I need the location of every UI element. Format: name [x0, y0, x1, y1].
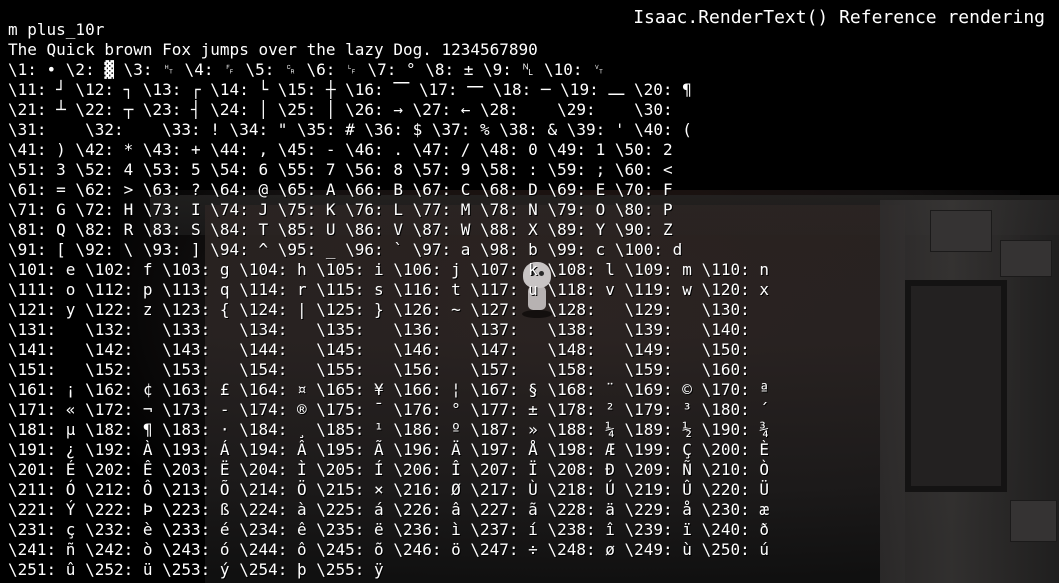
- glyph-line: \11: ┘ \12: ┐ \13: ┌ \14: └ \15: ┼ \16: …: [8, 80, 692, 99]
- glyph-line: \231: ç \232: è \233: é \234: ê \235: ë …: [8, 520, 769, 539]
- room-door: [905, 280, 1007, 492]
- wall-stone: [1000, 240, 1052, 277]
- glyph-line: \81: Q \82: R \83: S \84: T \85: U \86: …: [8, 220, 673, 239]
- glyph-line: \121: y \122: z \123: { \124: | \125: } …: [8, 300, 750, 319]
- wall-stone: [930, 210, 992, 252]
- game-viewport: Isaac.RenderText() Reference rendering m…: [0, 0, 1059, 583]
- glyph-line: \31: \32: \33: ! \34: " \35: # \36: $ \3…: [8, 120, 692, 139]
- glyph-table: m plus_10r The Quick brown Fox jumps ove…: [8, 20, 769, 580]
- font-name-line: m plus_10r: [8, 20, 105, 39]
- pangram-line: The Quick brown Fox jumps over the lazy …: [8, 40, 538, 59]
- wall-stone: [1010, 500, 1057, 542]
- glyph-line: \91: [ \92: \ \93: ] \94: ^ \95: _ \96: …: [8, 240, 683, 259]
- glyph-line: \201: É \202: Ê \203: Ë \204: Ì \205: Í …: [8, 460, 769, 479]
- glyph-line: \51: 3 \52: 4 \53: 5 \54: 6 \55: 7 \56: …: [8, 160, 673, 179]
- glyph-line: \211: Ó \212: Ô \213: Õ \214: Ö \215: × …: [8, 480, 769, 499]
- glyph-line: \21: ┴ \22: ┬ \23: ┤ \24: │ \25: │ \26: …: [8, 100, 673, 119]
- glyph-line: \141: \142: \143: \144: \145: \146: \147…: [8, 340, 750, 359]
- glyph-line: \181: µ \182: ¶ \183: · \184: ¸ \185: ¹ …: [8, 420, 769, 439]
- glyph-line: \1: • \2: ▓ \3: ␉ \4: ␌ \5: ␍ \6: ␊ \7: …: [8, 60, 605, 79]
- glyph-line: \71: G \72: H \73: I \74: J \75: K \76: …: [8, 200, 673, 219]
- glyph-line: \251: û \252: ü \253: ý \254: þ \255: ÿ: [8, 560, 384, 579]
- glyph-line: \151: \152: \153: \154: \155: \156: \157…: [8, 360, 750, 379]
- glyph-line: \101: e \102: f \103: g \104: h \105: i …: [8, 260, 769, 279]
- glyph-line: \241: ñ \242: ò \243: ó \244: ô \245: õ …: [8, 540, 769, 559]
- glyph-line: \191: ¿ \192: À \193: Á \194: Â \195: Ã …: [8, 440, 769, 459]
- glyph-line: \61: = \62: > \63: ? \64: @ \65: A \66: …: [8, 180, 673, 199]
- glyph-line: \131: \132: \133: \134: \135: \136: \137…: [8, 320, 750, 339]
- glyph-line: \221: Ý \222: Þ \223: ß \224: à \225: á …: [8, 500, 769, 519]
- glyph-line: \111: o \112: p \113: q \114: r \115: s …: [8, 280, 769, 299]
- glyph-line: \171: « \172: ¬ \173: - \174: ® \175: ¯ …: [8, 400, 769, 419]
- glyph-line: \161: ¡ \162: ¢ \163: £ \164: ¤ \165: ¥ …: [8, 380, 769, 399]
- glyph-line: \41: ) \42: * \43: + \44: , \45: - \46: …: [8, 140, 673, 159]
